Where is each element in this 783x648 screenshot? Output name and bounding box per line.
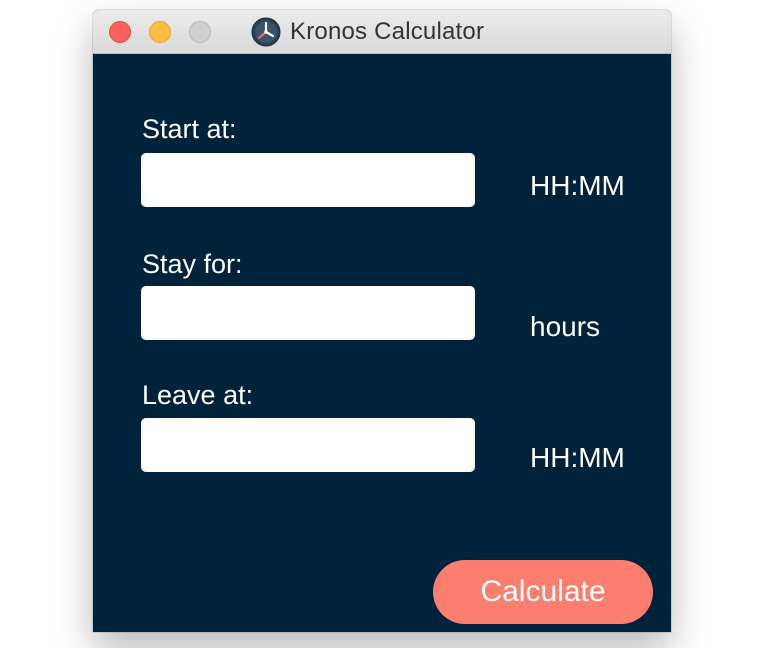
start-at-unit: HH:MM	[530, 170, 625, 201]
window-title: Kronos Calculator	[290, 18, 485, 45]
title-bar[interactable]: Kronos Calculator	[93, 10, 671, 54]
close-window-button[interactable]	[109, 21, 131, 43]
app-window: Kronos Calculator Start at: HH:MM Stay f…	[93, 10, 671, 632]
leave-at-unit: HH:MM	[530, 442, 625, 473]
zoom-window-button	[189, 21, 211, 43]
form-panel: Start at: HH:MM Stay for: hours Leave at…	[93, 54, 671, 632]
clock-icon	[251, 17, 281, 47]
desktop: Kronos Calculator Start at: HH:MM Stay f…	[0, 0, 783, 648]
start-at-label: Start at:	[142, 114, 237, 144]
stay-for-unit: hours	[530, 311, 601, 342]
window-title-group: Kronos Calculator	[251, 17, 484, 47]
calculate-button[interactable]: Calculate	[433, 560, 653, 624]
leave-at-label: Leave at:	[142, 380, 254, 410]
stay-for-label: Stay for:	[142, 249, 243, 279]
minimize-window-button[interactable]	[149, 21, 171, 43]
leave-at-input[interactable]	[141, 418, 475, 472]
start-at-input[interactable]	[141, 153, 475, 207]
stay-for-input[interactable]	[141, 286, 475, 340]
